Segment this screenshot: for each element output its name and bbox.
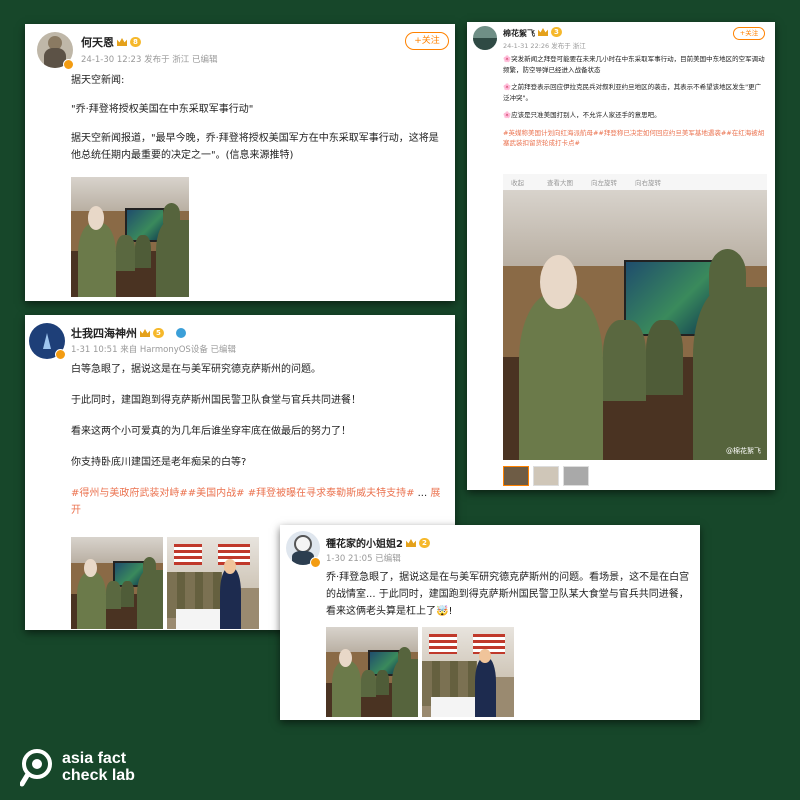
post-meta: 24-1-31 22:26 发布于 浙江 <box>503 42 586 50</box>
thumbnail-1[interactable] <box>503 466 529 486</box>
collapse-button[interactable]: 收起 <box>511 177 524 187</box>
level-badge: 8 <box>130 37 141 47</box>
post-card-2: 棉花絮飞 3 24-1-31 22:26 发布于 浙江 +关注 🌸突发新闻之拜登可… <box>467 22 775 490</box>
username[interactable]: 種花家的小姐姐2 2 <box>326 535 430 550</box>
post-meta: 1-30 21:05 已编辑 <box>326 554 401 564</box>
post-text: 乔·拜登急眼了，据说这是在与美军研究德克萨斯州的问题。看场景，这不是在白宫的战情… <box>326 572 690 617</box>
situation-room-photo[interactable] <box>71 177 189 297</box>
post-meta: 24-1-30 12:23 发布于 浙江 已编辑 <box>81 55 218 65</box>
mess-hall-photo[interactable] <box>167 537 259 629</box>
watermark: @棉花絮飞 <box>726 447 761 455</box>
post-line: 看来这两个小可爱真的为几年后谁坐穿牢底在做最后的努力了！ <box>71 426 351 437</box>
post-line: 于此同时，建国跑到得克萨斯州国民警卫队食堂与官兵共同进餐！ <box>71 395 361 406</box>
level-badge: 3 <box>551 27 562 37</box>
globe-icon <box>175 328 186 338</box>
hashtag-links[interactable]: #得州与美政府武装对峙##美国内战# #拜登被曝在寻求泰勒斯威夫特支持# <box>71 488 414 499</box>
thumbnail-2[interactable] <box>533 466 559 486</box>
post-text: 🌸突发新闻之拜登可能要在未来几小时在中东采取军事行动，目前美国中东地区的空军调动… <box>503 54 765 158</box>
post-text: 据天空新闻: "乔·拜登将授权美国在中东采取军事行动" 据天空新闻报道，"最早今… <box>71 72 447 173</box>
username[interactable]: 壮我四海神州 5 <box>71 325 186 341</box>
magnifier-logo-icon <box>20 749 52 787</box>
situation-room-photo[interactable] <box>326 627 418 717</box>
crown-icon <box>117 38 127 46</box>
mess-hall-photo[interactable] <box>422 627 514 717</box>
hashtag-links[interactable]: #英媒称美国计划向红海派航母##拜登称已决定如何回应约旦美军基地遇袭##在红海被… <box>503 128 765 149</box>
avatar[interactable] <box>473 26 497 50</box>
crown-icon <box>538 28 548 36</box>
post-line: 🌸之前拜登表示回应伊拉克民兵对叙利亚约旦地区的袭击，其表示不希望该地区发生"更广… <box>503 83 762 102</box>
post-card-4: 種花家的小姐姐2 2 1-30 21:05 已编辑 乔·拜登急眼了，据说这是在与美… <box>280 525 700 720</box>
post-line: 🌸应该是只准美国打别人，不允许人家还手的意思吧。 <box>503 111 661 119</box>
situation-room-photo-large[interactable]: @棉花絮飞 <box>503 190 767 460</box>
verified-badge-icon <box>310 557 321 568</box>
post-card-1: 何天恩 8 24-1-30 12:23 发布于 浙江 已编辑 +关注 据天空新闻:… <box>25 24 455 301</box>
post-line: "乔·拜登将授权美国在中东采取军事行动" <box>71 104 254 115</box>
post-line: 据天空新闻报道，"最早今晚，乔·拜登将授权美国军方在中东采取军事行动，这将是他总… <box>71 133 439 161</box>
post-text: 白等急眼了，据说这是在与美军研究德克萨斯州的问题。 于此同时，建国跑到得克萨斯州… <box>71 361 449 528</box>
level-badge: 2 <box>418 538 430 548</box>
follow-button[interactable]: +关注 <box>405 32 449 50</box>
crown-icon <box>140 329 150 337</box>
username[interactable]: 棉花絮飞 3 <box>503 27 562 39</box>
rotate-right-button[interactable]: 向右旋转 <box>635 177 661 187</box>
thumbnail-3[interactable] <box>563 466 589 486</box>
post-line: 🌸突发新闻之拜登可能要在未来几小时在中东采取军事行动，目前美国中东地区的空军调动… <box>503 55 765 74</box>
level-badge: 5 <box>153 328 164 338</box>
verified-badge-icon <box>63 59 74 70</box>
verified-badge-icon <box>55 349 66 360</box>
rotate-left-button[interactable]: 向左旋转 <box>591 177 617 187</box>
username[interactable]: 何天恩 8 <box>81 34 141 50</box>
hashtag-line: #得州与美政府武装对峙##美国内战# #拜登被曝在寻求泰勒斯威夫特支持# ...… <box>71 488 441 516</box>
post-line: 据天空新闻: <box>71 75 125 86</box>
view-large-button[interactable]: 查看大图 <box>547 177 573 187</box>
post-line: 白等急眼了，据说这是在与美军研究德克萨斯州的问题。 <box>71 364 321 375</box>
crown-icon <box>405 539 416 547</box>
image-toolbar: 收起 查看大图 向左旋转 向右旋转 <box>503 174 767 190</box>
post-meta: 1-31 10:51 来自 HarmonyOS设备 已编辑 <box>71 345 237 355</box>
asia-fact-check-lab-logo: asia fact check lab <box>20 748 160 788</box>
situation-room-photo[interactable] <box>71 537 163 629</box>
post-line: 你支持卧底川建国还是老年痴呆的白等? <box>71 457 247 468</box>
logo-line-1: asia fact <box>62 750 127 767</box>
logo-line-2: check lab <box>62 767 135 784</box>
follow-button[interactable]: +关注 <box>733 27 765 40</box>
